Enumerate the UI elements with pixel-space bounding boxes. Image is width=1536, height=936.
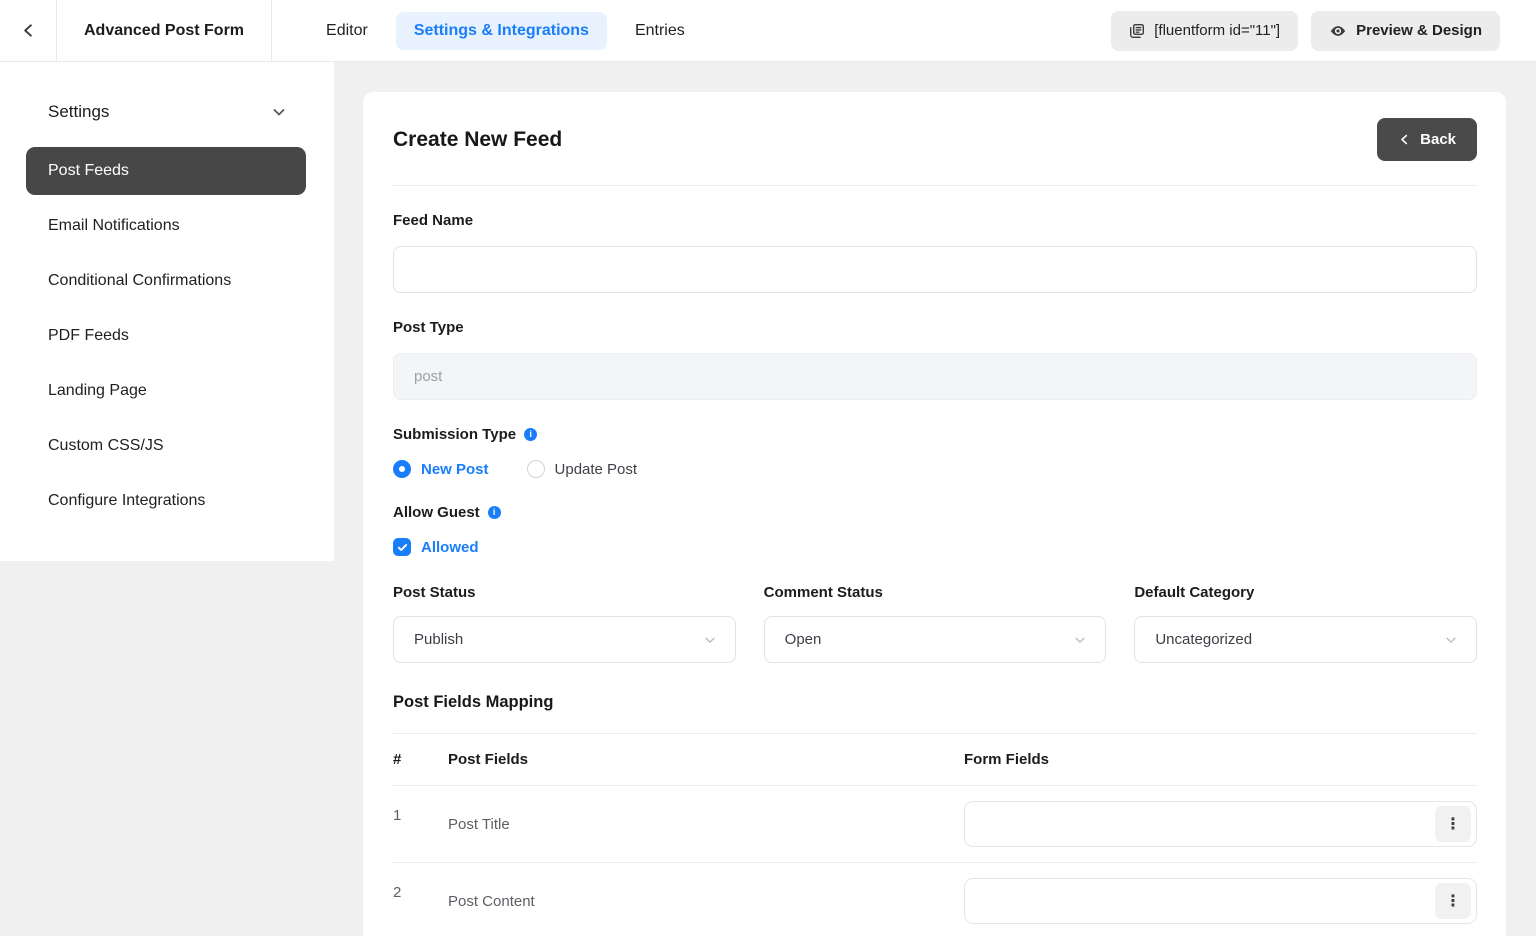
row-number: 1 [393, 807, 448, 824]
tab-editor[interactable]: Editor [312, 12, 382, 50]
tab-settings-integrations[interactable]: Settings & Integrations [396, 12, 607, 50]
comment-status-group: Comment Status Open [764, 584, 1107, 663]
post-status-value: Publish [414, 631, 463, 648]
post-status-group: Post Status Publish [393, 584, 736, 663]
radio-unselected-icon [527, 460, 545, 478]
sidebar-nav: Post Feeds Email Notifications Condition… [0, 147, 334, 525]
chevron-left-icon [1398, 133, 1411, 146]
shortcode-button[interactable]: [fluentform id="11"] [1111, 11, 1298, 51]
chevron-down-icon [1073, 633, 1087, 647]
sidebar-item-email-notifications[interactable]: Email Notifications [26, 202, 306, 250]
radio-selected-icon [393, 460, 411, 478]
info-icon[interactable]: i [524, 428, 537, 441]
default-category-value: Uncategorized [1155, 631, 1252, 648]
sidebar-item-pdf-feeds[interactable]: PDF Feeds [26, 312, 306, 360]
tab-entries[interactable]: Entries [621, 12, 699, 50]
preview-design-label: Preview & Design [1356, 22, 1482, 39]
sidebar-header-label: Settings [48, 102, 109, 122]
back-button-label: Back [1420, 131, 1456, 148]
kebab-menu-icon[interactable]: ⋮ [1435, 806, 1471, 842]
eye-icon [1329, 22, 1347, 40]
column-header-number: # [393, 751, 448, 768]
comment-status-label: Comment Status [764, 584, 1107, 601]
radio-new-post-label: New Post [421, 461, 489, 478]
post-title-form-field-input[interactable]: ⋮ [964, 801, 1477, 847]
post-content-form-field-input[interactable]: ⋮ [964, 878, 1477, 924]
back-button[interactable]: Back [1377, 118, 1477, 161]
chevron-down-icon [1444, 633, 1458, 647]
submission-type-options: New Post Update Post [393, 460, 1477, 478]
post-type-label: Post Type [393, 319, 1477, 336]
header-divider [393, 185, 1477, 186]
feed-name-label: Feed Name [393, 212, 1477, 229]
default-category-select[interactable]: Uncategorized [1134, 616, 1477, 663]
post-fields-mapping-title: Post Fields Mapping [393, 693, 1477, 712]
sidebar-settings-header[interactable]: Settings [0, 62, 334, 122]
radio-update-post[interactable]: Update Post [527, 460, 638, 478]
table-row: 1 Post Title ⋮ [393, 786, 1477, 863]
card-header: Create New Feed Back [393, 92, 1477, 185]
settings-sidebar: Settings Post Feeds Email Notifications … [0, 62, 334, 561]
chevron-down-icon [703, 633, 717, 647]
column-header-post-fields: Post Fields [448, 751, 964, 768]
post-title-field-label: Post Title [448, 816, 964, 833]
shortcode-label: [fluentform id="11"] [1154, 22, 1280, 39]
table-row: 2 Post Content ⋮ [393, 863, 1477, 936]
allowed-checkbox[interactable]: Allowed [393, 538, 479, 556]
chevron-down-icon [271, 104, 287, 120]
comment-status-select[interactable]: Open [764, 616, 1107, 663]
submission-type-label-text: Submission Type [393, 426, 516, 443]
create-feed-card: Create New Feed Back Feed Name Post Type… [363, 92, 1506, 936]
top-navigation-bar: Advanced Post Form Editor Settings & Int… [0, 0, 1536, 62]
post-type-input [393, 353, 1477, 400]
mapping-table-header: # Post Fields Form Fields [393, 734, 1477, 785]
feed-name-input[interactable] [393, 246, 1477, 293]
nav-back-button[interactable] [0, 0, 57, 61]
checkbox-checked-icon [393, 538, 411, 556]
form-title: Advanced Post Form [57, 0, 272, 61]
nav-tabs: Editor Settings & Integrations Entries [312, 0, 699, 61]
kebab-menu-icon[interactable]: ⋮ [1435, 883, 1471, 919]
column-header-form-fields: Form Fields [964, 751, 1477, 768]
row-number: 2 [393, 884, 448, 901]
chevron-left-icon [20, 22, 37, 39]
submission-type-label: Submission Type i [393, 426, 1477, 443]
copy-shortcode-icon [1129, 23, 1145, 39]
sidebar-item-post-feeds[interactable]: Post Feeds [26, 147, 306, 195]
radio-new-post[interactable]: New Post [393, 460, 489, 478]
default-category-group: Default Category Uncategorized [1134, 584, 1477, 663]
post-content-field-label: Post Content [448, 893, 964, 910]
main-content: Create New Feed Back Feed Name Post Type… [334, 62, 1536, 936]
info-icon[interactable]: i [488, 506, 501, 519]
sidebar-item-landing-page[interactable]: Landing Page [26, 367, 306, 415]
topbar-actions: [fluentform id="11"] Preview & Design [1111, 0, 1536, 61]
default-category-label: Default Category [1134, 584, 1477, 601]
preview-design-button[interactable]: Preview & Design [1311, 11, 1500, 51]
allow-guest-label: Allow Guest i [393, 504, 1477, 521]
sidebar-item-conditional-confirmations[interactable]: Conditional Confirmations [26, 257, 306, 305]
post-status-label: Post Status [393, 584, 736, 601]
comment-status-value: Open [785, 631, 822, 648]
allow-guest-label-text: Allow Guest [393, 504, 480, 521]
sidebar-item-custom-css-js[interactable]: Custom CSS/JS [26, 422, 306, 470]
allowed-checkbox-label: Allowed [421, 539, 479, 556]
sidebar-item-configure-integrations[interactable]: Configure Integrations [26, 477, 306, 525]
radio-update-post-label: Update Post [555, 461, 638, 478]
status-selects-row: Post Status Publish Comment Status Open … [393, 584, 1477, 663]
allow-guest-options: Allowed [393, 538, 1477, 556]
page-title: Create New Feed [393, 128, 562, 152]
page-layout: Settings Post Feeds Email Notifications … [0, 62, 1536, 936]
post-status-select[interactable]: Publish [393, 616, 736, 663]
